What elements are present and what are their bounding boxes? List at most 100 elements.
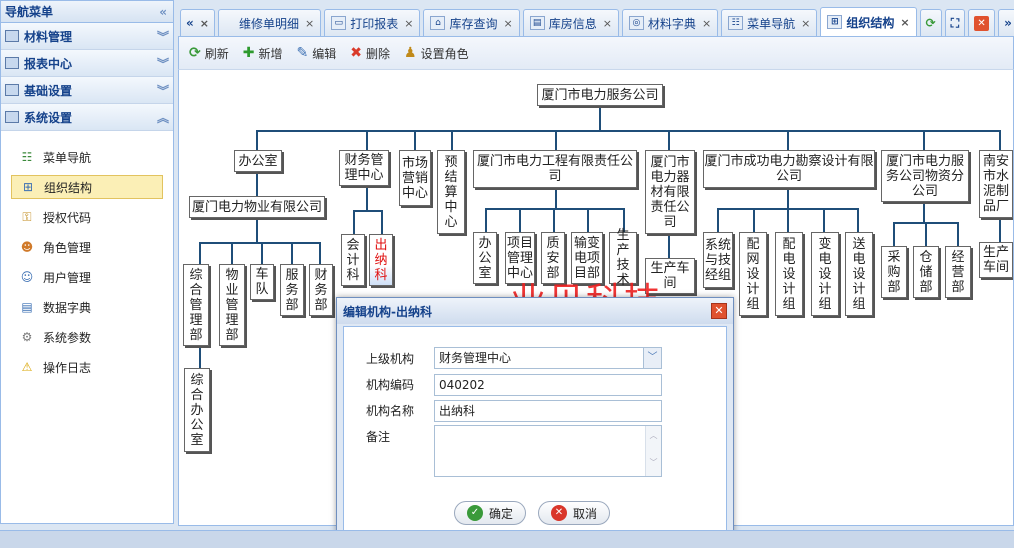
folder-icon <box>5 30 19 42</box>
sidebar-item-oplog[interactable]: ⚠ 操作日志 <box>11 355 163 379</box>
warning-icon: ⚠ <box>21 360 33 374</box>
tab-material-dict[interactable]: ◎ 材料字典 × <box>621 9 719 36</box>
org-node[interactable]: 仓储部 <box>913 246 939 298</box>
system-menu-list: ☷ 菜单导航 ⊞ 组织结构 ⚿ 授权代码 ☻ 角色管理 ☺ 用户管理 ▤ 数据字典 ⚙ 系统参… <box>1 131 173 379</box>
tab-storeroom-info[interactable]: ▤ 库房信息 × <box>522 9 619 36</box>
sidebar-item-params[interactable]: ⚙ 系统参数 <box>11 325 163 349</box>
add-button[interactable]: ✚ 新增 <box>243 45 283 62</box>
org-code-input[interactable]: 040202 <box>434 374 662 396</box>
org-node[interactable]: 配网设计组 <box>739 232 767 316</box>
plus-icon: ✚ <box>242 45 255 61</box>
tab-print-report[interactable]: ▭ 打印报表 × <box>324 9 421 36</box>
close-icon[interactable]: × <box>305 17 314 30</box>
sidebar-item-org-structure[interactable]: ⊞ 组织结构 <box>11 175 163 199</box>
org-node[interactable]: 市场营销中心 <box>399 150 431 206</box>
org-node[interactable]: 厦门电力物业有限公司 <box>189 196 325 218</box>
org-node[interactable]: 服务部 <box>280 264 304 316</box>
tab-fullscreen-button[interactable]: ⛶ <box>944 9 966 36</box>
cancel-button[interactable]: ✕ 取消 <box>538 501 611 525</box>
org-structure-icon: ⊞ <box>827 15 843 29</box>
org-node[interactable]: 系统与技经组 <box>703 232 733 288</box>
org-node[interactable]: 变电设计组 <box>811 232 839 316</box>
close-icon[interactable]: × <box>404 17 413 30</box>
close-icon[interactable]: × <box>503 17 512 30</box>
org-node[interactable]: 送电设计组 <box>845 232 873 316</box>
refresh-icon: ⟳ <box>189 45 201 61</box>
tab-org-structure[interactable]: ⊞ 组织结构 × <box>820 7 917 36</box>
org-code-label: 机构编码 <box>366 378 415 392</box>
org-node-selected[interactable]: 出纳科 <box>369 234 393 286</box>
parent-org-select[interactable]: 财务管理中心 ﹀ <box>434 347 662 369</box>
tab-menu-nav[interactable]: ☷ 菜单导航 × <box>721 9 818 36</box>
nav-group-report[interactable]: 报表中心 ︾ <box>1 50 173 77</box>
delete-button[interactable]: ✖ 删除 <box>350 45 390 62</box>
org-node[interactable]: 厦门市电力器材有限责任公司 <box>645 150 695 234</box>
ok-button[interactable]: ✓ 确定 <box>454 501 527 525</box>
chevron-down-icon[interactable]: ﹀ <box>643 348 661 368</box>
users-icon: ☻ <box>20 240 34 254</box>
sidebar-item-auth-code[interactable]: ⚿ 授权代码 <box>11 205 163 229</box>
dialog-close-button[interactable]: ✕ <box>711 303 727 319</box>
org-name-input[interactable]: 出纳科 <box>434 400 662 422</box>
nav-group-material[interactable]: 材料管理 ︾ <box>1 23 173 50</box>
tab-scroll-right[interactable]: » <box>998 9 1014 36</box>
settings-icon <box>5 84 19 96</box>
close-icon[interactable]: × <box>801 17 810 30</box>
org-node[interactable]: 综合管理部 <box>183 264 209 346</box>
close-icon[interactable]: × <box>200 17 209 30</box>
org-node[interactable]: 办公室 <box>473 232 497 284</box>
org-node[interactable]: 厦门市电力工程有限责任公司 <box>473 150 637 188</box>
org-node[interactable]: 生产车间 <box>979 242 1013 278</box>
refresh-icon: ⟳ <box>925 16 936 30</box>
org-node[interactable]: 采购部 <box>881 246 907 298</box>
sidebar-item-dictionary[interactable]: ▤ 数据字典 <box>11 295 163 319</box>
double-chevron-left-icon: « <box>186 16 194 30</box>
edit-org-dialog: 编辑机构-出纳科 ✕ 上级机构 财务管理中心 ﹀ 机构编码 040202 机构名… <box>336 297 734 546</box>
sidebar-item-roles[interactable]: ☻ 角色管理 <box>11 235 163 259</box>
nav-group-system[interactable]: 系统设置 ︽ <box>1 104 173 131</box>
table-icon <box>5 57 19 69</box>
org-node[interactable]: 厦门市电力服务公司物资分公司 <box>881 150 969 202</box>
remark-textarea[interactable]: ︿ ﹀ <box>434 425 662 477</box>
org-node[interactable]: 车队 <box>250 264 274 300</box>
org-node[interactable]: 办公室 <box>234 150 282 172</box>
sidebar-item-users[interactable]: ☺ 用户管理 <box>11 265 163 289</box>
gear-icon: ⚙ <box>21 330 33 344</box>
org-node[interactable]: 财务管理中心 <box>339 150 389 186</box>
org-node[interactable]: 综合办公室 <box>184 368 210 452</box>
org-node[interactable]: 南安市水泥制品厂 <box>979 150 1013 218</box>
refresh-button[interactable]: ⟳ 刷新 <box>189 45 229 62</box>
tab-stock-query[interactable]: ⌂ 库存查询 × <box>423 9 520 36</box>
chevron-down-icon: ︾ <box>156 29 169 44</box>
dialog-body: 上级机构 财务管理中心 ﹀ 机构编码 040202 机构名称 出纳科 备注 ︿ ﹀… <box>343 326 727 540</box>
org-node[interactable]: 会计科 <box>341 234 365 286</box>
tab-scroll-left[interactable]: «× <box>180 9 215 36</box>
org-node[interactable]: 配电设计组 <box>775 232 803 316</box>
edit-button[interactable]: ✎ 编辑 <box>297 45 337 62</box>
nav-title: 导航菜单 <box>5 5 54 19</box>
tab-refresh-button[interactable]: ⟳ <box>919 9 942 36</box>
tab-repair-detail[interactable]: 维修单明细 × <box>217 9 322 36</box>
double-chevron-left-icon[interactable]: « <box>159 5 167 19</box>
nav-group-basic[interactable]: 基础设置 ︾ <box>1 77 173 104</box>
org-node[interactable]: 物业管理部 <box>219 264 245 346</box>
scrollbar[interactable]: ︿ ﹀ <box>645 426 661 476</box>
toolbar: ⟳ 刷新 ✚ 新增 ✎ 编辑 ✖ 删除 ♟ 设置角色 <box>178 36 1014 70</box>
dictionary-icon: ◎ <box>628 16 644 30</box>
tab-close-all-button[interactable]: ✕ <box>968 9 996 36</box>
close-icon[interactable]: × <box>702 17 711 30</box>
org-node[interactable]: 预结算中心 <box>437 150 465 234</box>
status-bar <box>0 530 1014 548</box>
close-icon[interactable]: × <box>603 17 612 30</box>
org-node[interactable]: 厦门市成功电力勘察设计有限公司 <box>703 150 875 188</box>
org-node-root[interactable]: 厦门市电力服务公司 <box>537 84 663 106</box>
dialog-header: 编辑机构-出纳科 ✕ <box>337 298 733 324</box>
nav-header: 导航菜单 « <box>1 1 173 23</box>
nav-panel: 导航菜单 « 材料管理 ︾ 报表中心 ︾ 基础设置 ︾ 系统设置 ︽ ☷ 菜单导航 ⊞ 组织… <box>0 0 174 524</box>
org-node[interactable]: 经营部 <box>945 246 971 298</box>
set-role-button[interactable]: ♟ 设置角色 <box>404 45 469 62</box>
double-chevron-right-icon: » <box>1004 16 1012 30</box>
close-icon[interactable]: × <box>900 16 909 29</box>
sidebar-item-menu-nav[interactable]: ☷ 菜单导航 <box>11 145 163 169</box>
org-node[interactable]: 财务部 <box>309 264 333 316</box>
